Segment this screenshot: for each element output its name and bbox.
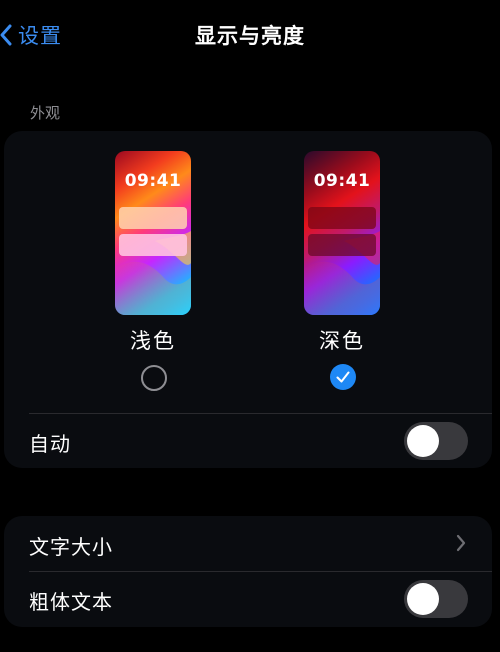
page-title: 显示与亮度 xyxy=(195,24,305,48)
option-label-dark: 深色 xyxy=(319,329,365,353)
radio-light[interactable] xyxy=(141,365,167,391)
row-label-auto: 自动 xyxy=(29,432,71,456)
toggle-knob xyxy=(407,425,439,457)
dark-mode-preview: 09:41 xyxy=(304,151,380,315)
auto-toggle[interactable] xyxy=(404,422,468,460)
radio-dark-checked[interactable] xyxy=(330,364,356,390)
row-label-text-size: 文字大小 xyxy=(29,535,113,559)
text-group: 文字大小 粗体文本 xyxy=(4,516,492,627)
section-header-appearance: 外观 xyxy=(30,104,61,122)
option-label-light: 浅色 xyxy=(130,329,176,353)
row-label-bold-text: 粗体文本 xyxy=(29,590,113,614)
light-mode-preview: 09:41 xyxy=(115,151,191,315)
row-text-size[interactable]: 文字大小 xyxy=(4,516,492,572)
appearance-option-light[interactable]: 09:41 浅色 xyxy=(115,151,195,391)
bold-text-toggle[interactable] xyxy=(404,580,468,618)
preview-time: 09:41 xyxy=(124,171,182,191)
checkmark-icon xyxy=(336,371,350,383)
chevron-right-icon xyxy=(456,534,466,552)
toggle-knob xyxy=(407,583,439,615)
preview-time: 09:41 xyxy=(313,171,371,191)
appearance-option-dark[interactable]: 09:41 深色 xyxy=(304,151,384,391)
row-auto: 自动 xyxy=(4,413,492,469)
row-bold-text: 粗体文本 xyxy=(4,571,492,627)
appearance-group: 09:41 浅色 09:41 深色 自动 xyxy=(4,131,492,468)
navigation-bar: 设置 显示与亮度 xyxy=(0,0,500,70)
appearance-picker: 09:41 浅色 09:41 深色 xyxy=(4,131,492,413)
